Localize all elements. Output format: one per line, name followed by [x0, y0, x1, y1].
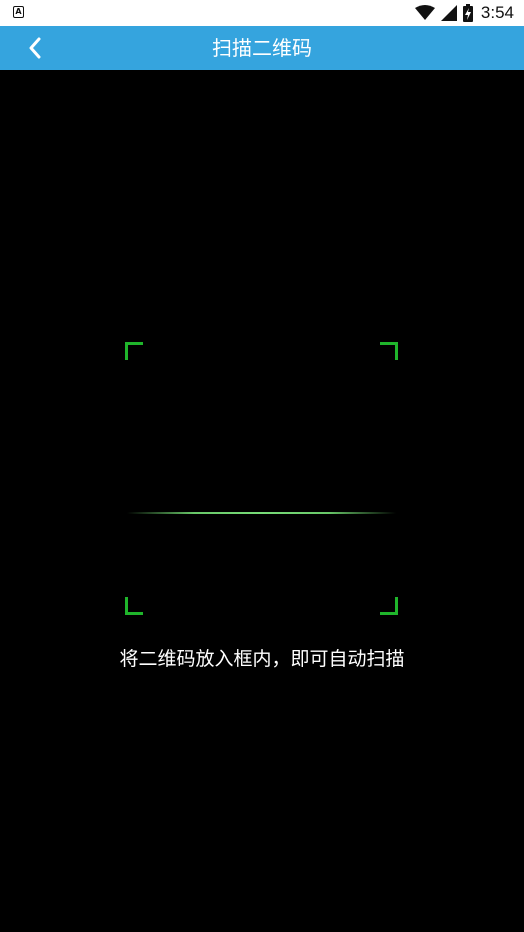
status-icons: 3:54: [414, 0, 514, 26]
scan-line: [127, 512, 396, 514]
status-bar: A 3:54: [0, 0, 524, 26]
status-time: 3:54: [480, 3, 514, 22]
app-bar: 扫描二维码: [0, 26, 524, 70]
signal-icon: [440, 5, 457, 21]
page-title: 扫描二维码: [212, 36, 312, 60]
scan-frame-corner-bottom-left: [125, 597, 143, 615]
scan-frame-corner-bottom-right: [380, 597, 398, 615]
wifi-icon: [414, 5, 435, 20]
scan-hint-text: 将二维码放入框内，即可自动扫描: [119, 648, 405, 670]
scan-frame: [125, 342, 398, 615]
scan-frame-corner-top-left: [125, 342, 143, 360]
notification-a-icon: A: [13, 6, 24, 18]
scan-frame-corner-top-right: [380, 342, 398, 360]
battery-charging-icon: [462, 4, 473, 22]
qr-scanner-screen: A 3:54 扫描二维码 将二维码放入框内，即可自动扫描: [0, 0, 524, 932]
